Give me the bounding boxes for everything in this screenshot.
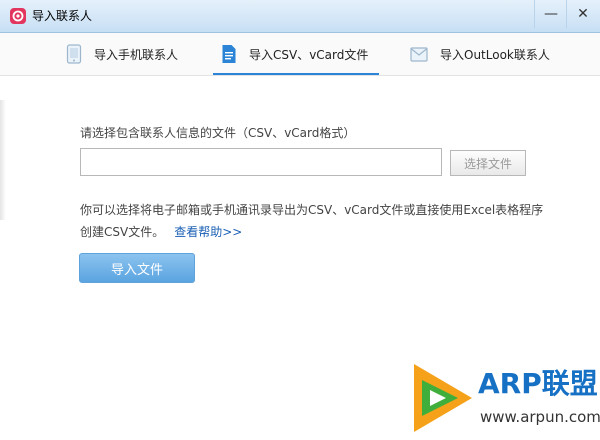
arp-watermark: ARP联盟 www.arpun.com	[396, 356, 600, 440]
file-prompt-label: 请选择包含联系人信息的文件（CSV、vCard格式）	[80, 126, 356, 140]
tab-import-outlook-contacts[interactable]: 导入OutLook联系人	[410, 33, 550, 75]
window-title: 导入联系人	[32, 9, 93, 23]
watermark-brand: ARP联盟	[478, 367, 598, 400]
tab-label: 导入手机联系人	[94, 47, 179, 62]
left-edge-shadow	[0, 100, 6, 220]
import-file-button[interactable]: 导入文件	[79, 253, 195, 283]
watermark-url: www.arpun.com	[480, 408, 600, 426]
play-logo-icon	[414, 364, 472, 432]
description-text-line1: 你可以选择将电子邮箱或手机通讯录导出为CSV、vCard文件或直接使用Excel…	[80, 203, 544, 217]
title-bar[interactable]: 导入联系人 — ✕	[0, 0, 600, 33]
document-icon	[222, 45, 236, 63]
help-link[interactable]: 查看帮助>>	[174, 225, 242, 239]
mail-icon	[410, 47, 428, 62]
description-text-line2: 创建CSV文件。 查看帮助>>	[80, 223, 242, 240]
tab-import-phone-contacts[interactable]: 导入手机联系人	[66, 33, 178, 75]
phone-icon	[66, 44, 82, 64]
app-logo-icon	[10, 8, 26, 24]
minimize-button[interactable]: —	[534, 0, 567, 28]
choose-file-button[interactable]: 选择文件	[450, 150, 526, 176]
import-contacts-window: 导入联系人 — ✕ 导入手机联系人 导入CSV、vCard文件 导入OutLoo…	[0, 0, 600, 440]
description-text: 创建CSV文件。	[80, 225, 165, 239]
file-path-input[interactable]	[80, 148, 442, 176]
tab-label: 导入OutLook联系人	[440, 47, 550, 62]
tab-label: 导入CSV、vCard文件	[249, 47, 369, 62]
close-button[interactable]: ✕	[566, 0, 599, 28]
tab-import-csv-vcard[interactable]: 导入CSV、vCard文件	[221, 33, 368, 75]
active-tab-indicator	[213, 73, 379, 75]
tab-bar: 导入手机联系人 导入CSV、vCard文件 导入OutLook联系人	[0, 33, 600, 76]
